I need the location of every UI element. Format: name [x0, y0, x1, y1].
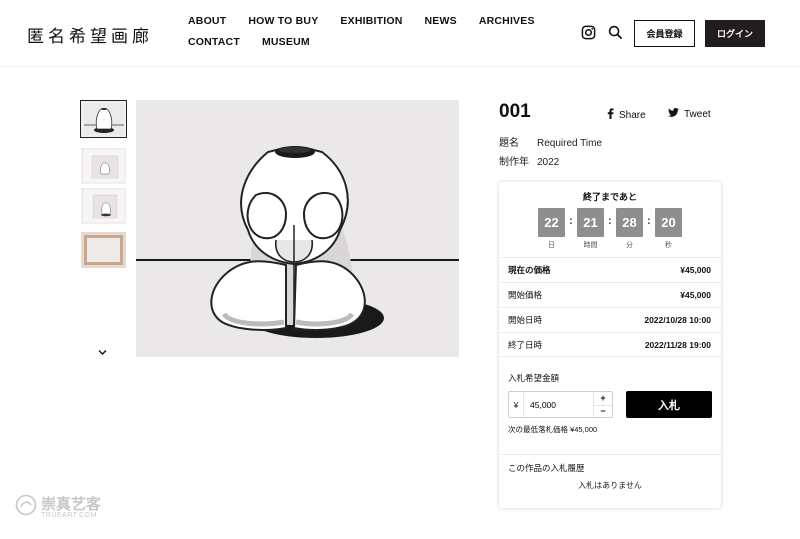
minimum-bid-note: 次の最低落札価格 ¥45,000: [508, 425, 598, 434]
year-value: 2022: [537, 157, 560, 168]
start-date-label: 開始日時: [508, 315, 543, 325]
watermark-logo-icon: [15, 494, 37, 521]
thumbnail-3[interactable]: [81, 188, 126, 224]
watermark-text: 崇真艺客: [41, 495, 102, 513]
twitter-icon: [668, 108, 679, 120]
tweet-button[interactable]: Tweet: [668, 108, 711, 120]
currency-symbol: ¥: [509, 392, 524, 417]
start-date-value: 2022/10/28 10:00: [644, 315, 711, 325]
header-divider: [0, 66, 800, 67]
countdown-colon: :: [608, 215, 612, 227]
nav-how-to-buy[interactable]: HOW TO BUY: [248, 15, 318, 27]
year-row: 制作年 2022: [499, 153, 559, 168]
watermark-subtext: TRUEART.COM: [41, 511, 97, 519]
nav-contact[interactable]: CONTACT: [188, 36, 240, 48]
nav-news[interactable]: NEWS: [425, 15, 457, 27]
countdown-seconds: 20: [655, 208, 682, 237]
end-date-label: 終了日時: [508, 339, 543, 350]
countdown-hours-unit: 時間: [583, 242, 598, 249]
nav-museum[interactable]: MUSEUM: [262, 36, 310, 48]
decrement-button[interactable]: −: [594, 404, 612, 418]
increment-button[interactable]: +: [594, 392, 612, 405]
countdown-minutes-unit: 分: [626, 242, 633, 249]
lot-number: 001: [499, 101, 531, 122]
register-button[interactable]: 会員登録: [634, 20, 695, 47]
share-label: Share: [619, 109, 646, 121]
watermark: 崇真艺客 TRUEART.COM: [15, 494, 101, 521]
thumbnail-4[interactable]: [81, 232, 126, 268]
share-button[interactable]: Share: [607, 108, 646, 122]
bid-amount-input[interactable]: [524, 398, 594, 411]
facebook-icon: [607, 108, 614, 122]
thumbnail-2[interactable]: [81, 148, 126, 184]
instagram-icon[interactable]: [581, 25, 596, 45]
bid-amount-label: 入札希望金額: [508, 373, 560, 383]
current-price-row: 現在の価格 ¥45,000: [499, 257, 721, 282]
countdown-minutes: 28: [616, 208, 643, 237]
bid-history-empty: 入札はありません: [578, 481, 642, 490]
bid-button[interactable]: 入札: [626, 391, 712, 418]
tweet-label: Tweet: [684, 108, 711, 120]
end-date-row: 終了日時 2022/11/28 19:00: [499, 332, 721, 357]
nav-about[interactable]: ABOUT: [188, 15, 226, 27]
auction-card: 終了まであと 22 : 21 : 28 : 20 日 時間 分 秒 現在の価格 …: [499, 182, 721, 508]
year-key: 制作年: [499, 157, 529, 168]
countdown-days: 22: [538, 208, 565, 237]
login-button[interactable]: ログイン: [705, 20, 765, 47]
current-price-value: ¥45,000: [680, 265, 711, 275]
nav-archives[interactable]: ARCHIVES: [479, 15, 535, 27]
end-date-value: 2022/11/28 19:00: [644, 339, 711, 350]
start-price-label: 開始価格: [508, 290, 543, 300]
countdown-days-unit: 日: [548, 242, 555, 249]
chevron-down-icon[interactable]: [98, 343, 107, 361]
site-logo[interactable]: 匿名希望画廊: [27, 22, 153, 47]
main-nav: ABOUT HOW TO BUY EXHIBITION NEWS ARCHIVE…: [188, 15, 568, 48]
countdown-seconds-unit: 秒: [665, 242, 672, 249]
bid-stepper: + −: [593, 392, 612, 417]
current-price-label: 現在の価格: [508, 265, 551, 275]
search-icon[interactable]: [608, 25, 623, 45]
bid-history-title: この作品の入札履歴: [508, 463, 585, 473]
countdown-title: 終了まであと: [583, 192, 637, 202]
start-price-value: ¥45,000: [680, 290, 711, 300]
title-row: 題名 Required Time: [499, 134, 602, 149]
start-date-row: 開始日時 2022/10/28 10:00: [499, 307, 721, 332]
countdown-hours: 21: [577, 208, 604, 237]
title-key: 題名: [499, 138, 519, 149]
countdown-colon: :: [569, 215, 573, 227]
artwork-image: [136, 100, 459, 357]
start-price-row: 開始価格 ¥45,000: [499, 282, 721, 307]
thumbnail-1[interactable]: [80, 100, 127, 138]
bid-amount-field[interactable]: ¥ + −: [508, 391, 613, 418]
nav-exhibition[interactable]: EXHIBITION: [340, 15, 402, 27]
history-divider: [499, 454, 721, 455]
title-value: Required Time: [537, 138, 603, 149]
countdown-colon: :: [647, 215, 651, 227]
